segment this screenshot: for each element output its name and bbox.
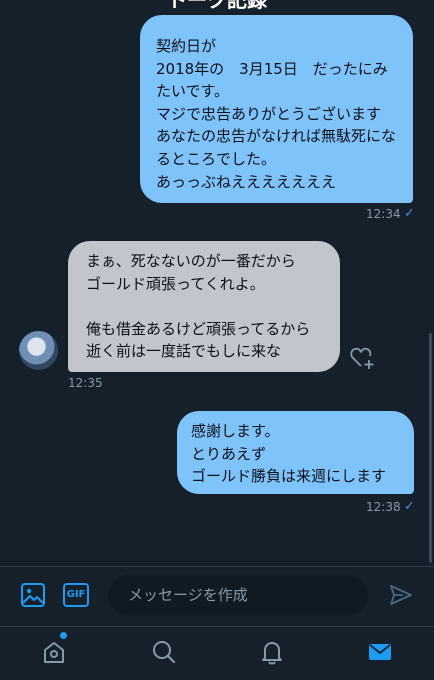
- scrollbar[interactable]: [429, 333, 432, 563]
- home-icon[interactable]: [41, 639, 67, 669]
- message-timestamp: 12:35: [68, 376, 103, 390]
- message-bubble-sent[interactable]: 感謝します。 とりあえず ゴールド勝負は来週にします: [177, 411, 414, 494]
- read-check-icon: ✓: [404, 499, 415, 514]
- conversation-title: トーク記録: [167, 0, 267, 12]
- message-timestamp: 12:34: [366, 207, 401, 221]
- gif-icon[interactable]: GIF: [63, 583, 89, 607]
- notification-dot: [60, 632, 67, 639]
- message-bubble-sent[interactable]: 契約日が 2018年の 3月15日 だったにみたいです。 マジで忠告ありがとうご…: [140, 15, 413, 203]
- bell-icon[interactable]: [259, 639, 285, 669]
- send-icon[interactable]: [388, 582, 414, 612]
- message-bubble-received[interactable]: まぁ、死なないのが一番だから ゴールド頑張ってくれよ。 俺も借金あるけど頑張って…: [68, 241, 340, 372]
- heart-plus-icon[interactable]: [349, 345, 375, 371]
- image-icon[interactable]: [20, 582, 46, 612]
- mail-icon[interactable]: [367, 639, 393, 669]
- read-check-icon: ✓: [404, 206, 415, 221]
- avatar[interactable]: [19, 331, 58, 370]
- composer-divider: [0, 566, 434, 567]
- nav-divider: [0, 626, 434, 627]
- search-icon[interactable]: [151, 639, 177, 669]
- message-input[interactable]: メッセージを作成: [108, 575, 368, 615]
- message-timestamp: 12:38: [366, 500, 401, 514]
